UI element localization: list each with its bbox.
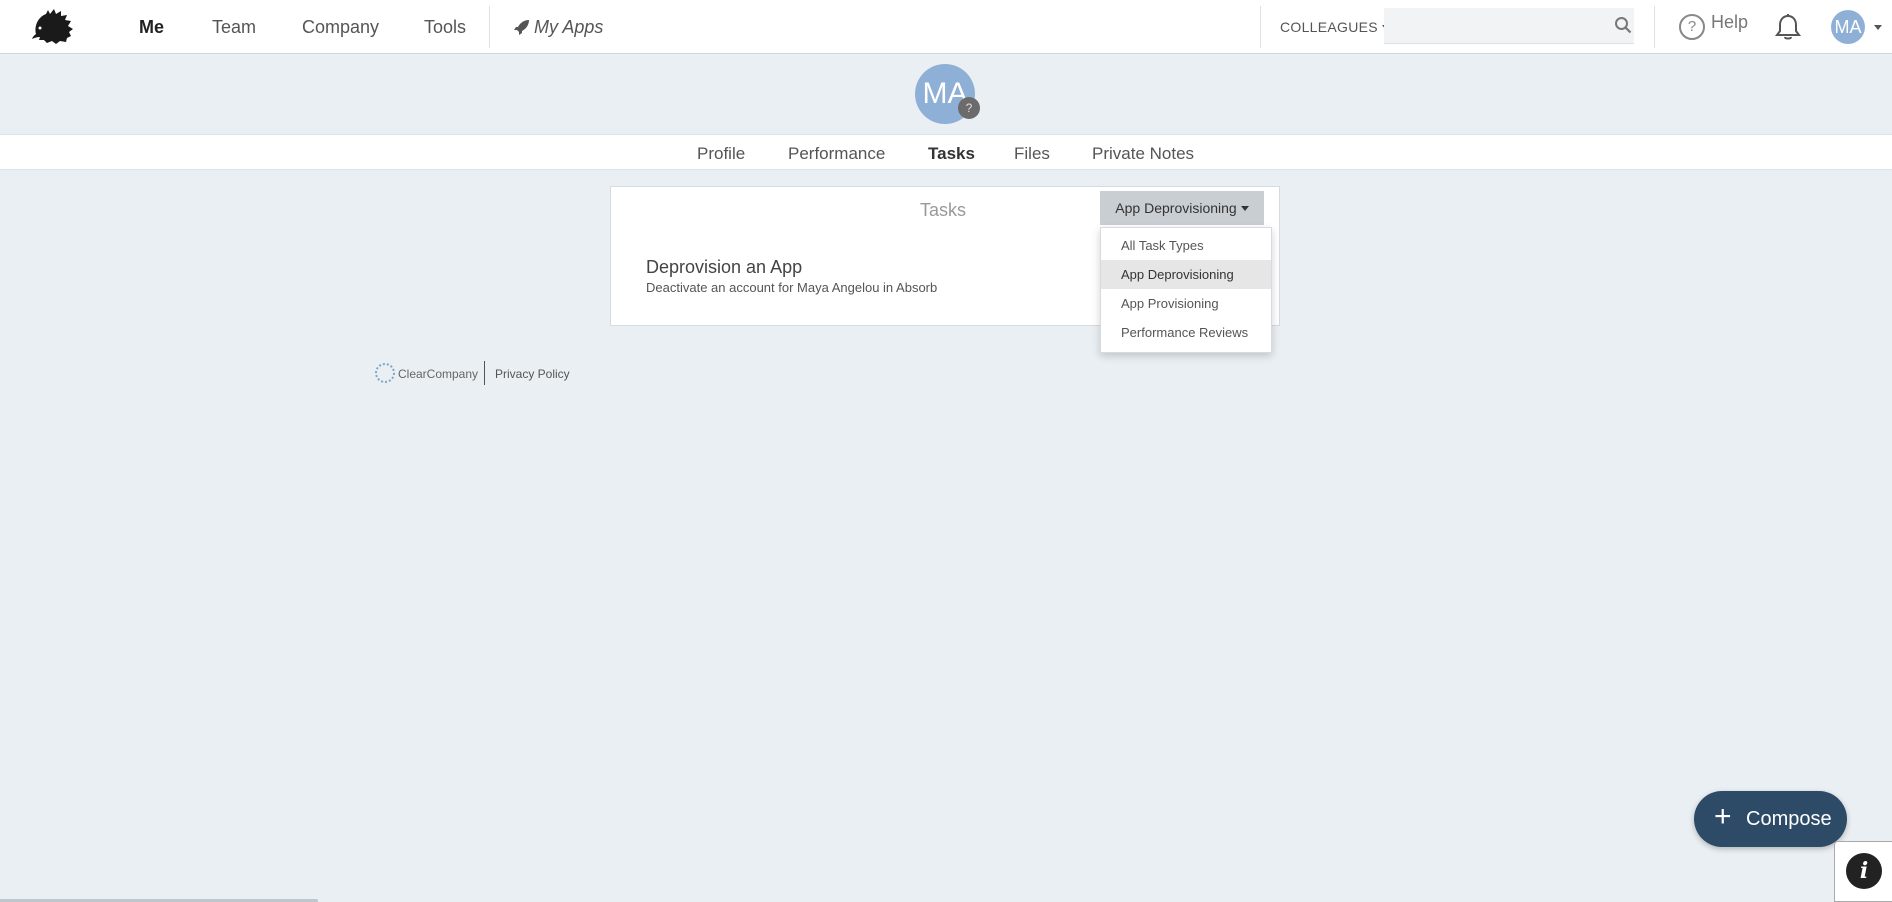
help-link[interactable]: ? Help <box>1679 12 1748 40</box>
nav-divider <box>1654 6 1655 48</box>
nav-divider <box>489 6 490 48</box>
nav-me[interactable]: Me <box>139 17 164 38</box>
compose-label: Compose <box>1746 808 1832 830</box>
footer-divider <box>484 361 485 385</box>
task-description: Deactivate an account for Maya Angelou i… <box>646 280 938 295</box>
search-input[interactable] <box>1384 8 1634 44</box>
bell-icon[interactable] <box>1775 13 1801 41</box>
task-type-filter-button[interactable]: App Deprovisioning <box>1100 191 1264 225</box>
brand-name: ClearCompany <box>398 367 479 381</box>
clearcompany-logo: ClearCompany <box>374 362 478 384</box>
option-app-deprovisioning[interactable]: App Deprovisioning <box>1101 260 1271 289</box>
tab-performance[interactable]: Performance <box>788 144 885 164</box>
option-all-task-types[interactable]: All Task Types <box>1101 231 1271 260</box>
help-label: Help <box>1711 12 1749 32</box>
hedgehog-logo[interactable] <box>30 8 76 46</box>
avatar-help-badge[interactable]: ? <box>958 97 980 119</box>
tasks-title: Tasks <box>920 200 967 220</box>
search-icon[interactable] <box>1614 16 1632 34</box>
clearcompany-ring-icon <box>375 363 395 383</box>
tab-files[interactable]: Files <box>1014 144 1050 164</box>
profile-tabs: Profile Performance Tasks Files Private … <box>0 134 1892 170</box>
top-navbar: Me Team Company Tools My Apps COLLEAGUES… <box>0 0 1892 54</box>
colleagues-dropdown[interactable]: COLLEAGUES <box>1280 19 1390 35</box>
task-type-dropdown: All Task Types App Deprovisioning App Pr… <box>1100 227 1272 353</box>
colleagues-label: COLLEAGUES <box>1280 19 1378 35</box>
compose-button[interactable]: + Compose <box>1694 791 1847 847</box>
user-avatar[interactable]: MA <box>1831 10 1865 44</box>
nav-tools[interactable]: Tools <box>424 17 466 38</box>
filter-label: App Deprovisioning <box>1115 200 1237 216</box>
task-title[interactable]: Deprovision an App <box>646 257 802 278</box>
my-apps-link[interactable]: My Apps <box>514 17 603 38</box>
tab-private-notes[interactable]: Private Notes <box>1092 144 1194 164</box>
my-apps-label: My Apps <box>534 17 604 37</box>
chevron-down-icon[interactable] <box>1874 25 1882 30</box>
tab-profile[interactable]: Profile <box>697 144 745 164</box>
nav-company[interactable]: Company <box>302 17 379 38</box>
rocket-icon <box>514 20 529 35</box>
info-icon[interactable]: i <box>1846 853 1882 889</box>
help-icon: ? <box>1679 14 1705 40</box>
option-performance-reviews[interactable]: Performance Reviews <box>1101 318 1271 347</box>
privacy-policy-link[interactable]: Privacy Policy <box>495 367 570 381</box>
chevron-down-icon <box>1240 206 1249 211</box>
tab-tasks[interactable]: Tasks <box>928 144 975 164</box>
nav-divider <box>1260 6 1261 48</box>
nav-team[interactable]: Team <box>212 17 256 38</box>
option-app-provisioning[interactable]: App Provisioning <box>1101 289 1271 318</box>
plus-icon: + <box>1714 800 1732 833</box>
